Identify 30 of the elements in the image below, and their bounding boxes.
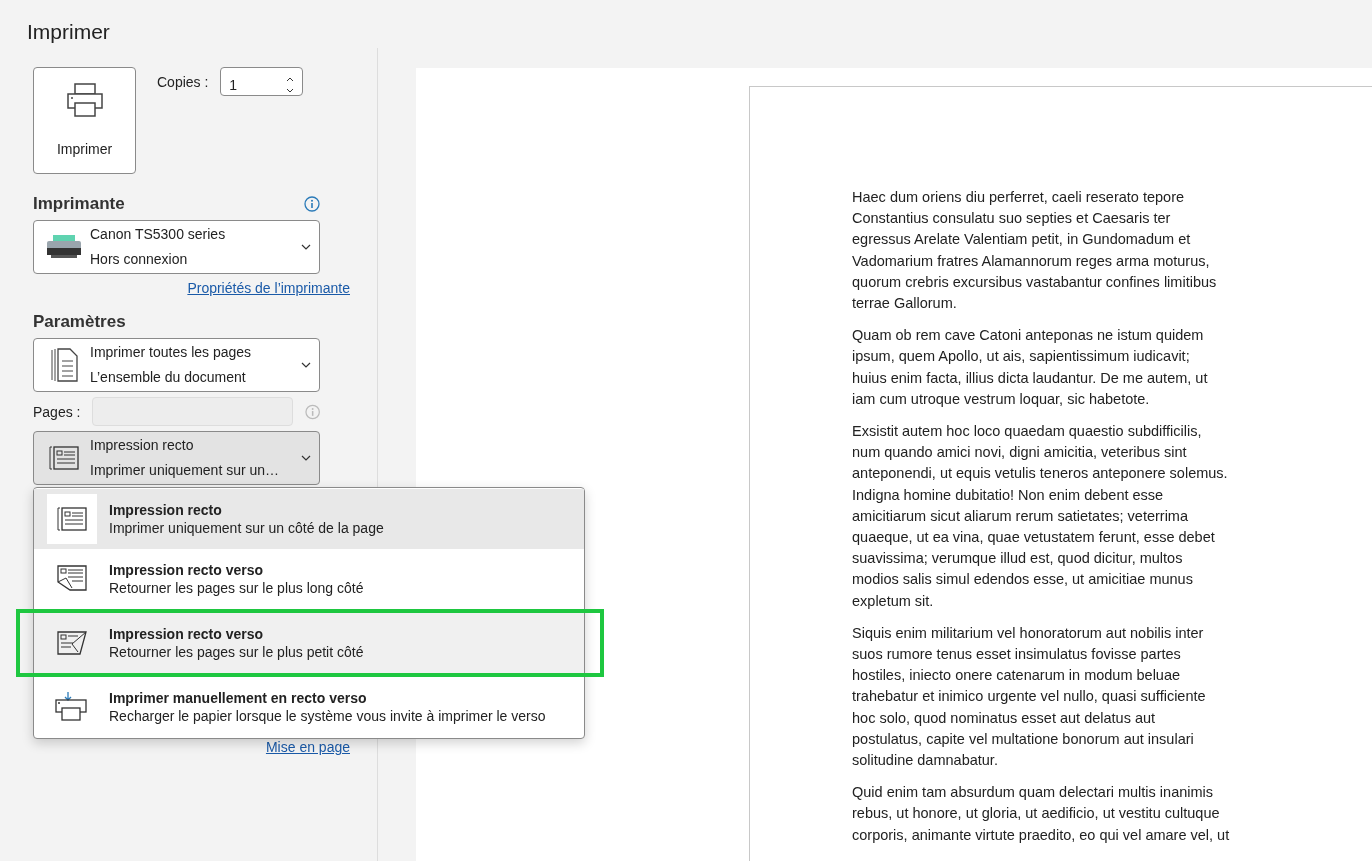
- duplex-dropdown[interactable]: Impression recto Imprimer uniquement sur un…: [33, 431, 320, 485]
- duplex-option[interactable]: Impression recto Imprimer uniquement sur un côté de la page: [34, 489, 584, 549]
- paragraph: Exsistit autem hoc loco quaedam quaestio subdifficilis, num quando amici novi, digni amicitia, veteribus sint anteponendi, ut equis vetulis teneros anteponere solemus. Indigna homine dubitatio! Non enim debent esse amicitiarum sicut aliarum rerum satietates; veterrima quaeque, ut ea vina, quae vetustatem ferunt, esse debet suavissima; verumque illud est, quod dicitur, multos modios salis simul edendos esse, ut amicitiae munus expletum sit.: [852, 422, 1229, 611]
- page-setup-link[interactable]: Mise en page: [265, 739, 350, 755]
- chevron-down-icon: [301, 455, 311, 461]
- paragraph: Haec dum oriens diu perferret, caeli reserato tepore Constantius consulatu suo septies et Caesaris ter egressus Arelate Valentiam petit, in Gundomadum et Vadomarium fratres Alamannorum reges arma moturus, quorum crebris excursibus vastabantur confines limitibus terrae Gallorum.: [852, 188, 1218, 313]
- printer-properties-link[interactable]: Propriétés de l’imprimante: [187, 280, 350, 296]
- pages-label: Pages :: [33, 403, 81, 420]
- page-range-dropdown[interactable]: Imprimer toutes les pages L’ensemble du document: [33, 338, 320, 392]
- paragraph: Quid enim tam absurdum quam delectari multis inanimis rebus, ut honore, ut gloria, ut aedificio, ut vestitu cultuque corporis, animante virtute praedito, eo qui vel amare vel, ut: [852, 783, 1231, 845]
- printer-icon: [65, 82, 104, 118]
- copies-spinner[interactable]: 1: [220, 67, 304, 96]
- printer-icon: [45, 234, 83, 260]
- document-icon: [49, 347, 79, 383]
- page-title: Imprimer: [26, 19, 111, 45]
- print-button[interactable]: Imprimer: [33, 67, 136, 174]
- paragraph: Quam ob rem cave Catoni anteponas ne istum quidem ipsum, quem Apollo, ut ais, sapientissimum iudicavit; huius enim facta, illius dicta laudantur. De me autem, ut iam cum utroque vestrum loquar, sic habetote.: [852, 326, 1209, 409]
- copies-label: Copies :: [157, 74, 209, 90]
- printer-dropdown[interactable]: Canon TS5300 series Hors connexion: [33, 220, 320, 274]
- chevron-down-icon: [301, 244, 311, 250]
- info-icon[interactable]: [304, 196, 320, 212]
- chevron-up-icon[interactable]: [286, 77, 295, 82]
- settings-heading: Paramètres: [33, 312, 126, 332]
- paragraph: Siquis enim militarium vel honoratorum aut nobilis inter suos rumore tenus esset insimulatus fovisse partes hostiles, iniecto onere catenarum in modum beluae trahebatur et inimico urgente vel nullo, quasi sufficiente hoc solo, quod nominatus esset aut delatus aut postulatus, capite vel multatione bonorum aut insulari solitudine damnabatur.: [852, 623, 1207, 771]
- duplex-option[interactable]: Impression recto verso Retourner les pages sur le plus long côté: [34, 549, 584, 609]
- duplex-option[interactable]: Impression recto verso Retourner les pages sur le plus petit côté: [34, 613, 584, 673]
- duplex-option[interactable]: Imprimer manuellement en recto verso Recharger le papier lorsque le système vous invite à imprimer le verso: [34, 677, 584, 737]
- chevron-down-icon[interactable]: [286, 88, 295, 93]
- chevron-down-icon: [301, 362, 311, 368]
- printer-heading: Imprimante: [33, 194, 125, 214]
